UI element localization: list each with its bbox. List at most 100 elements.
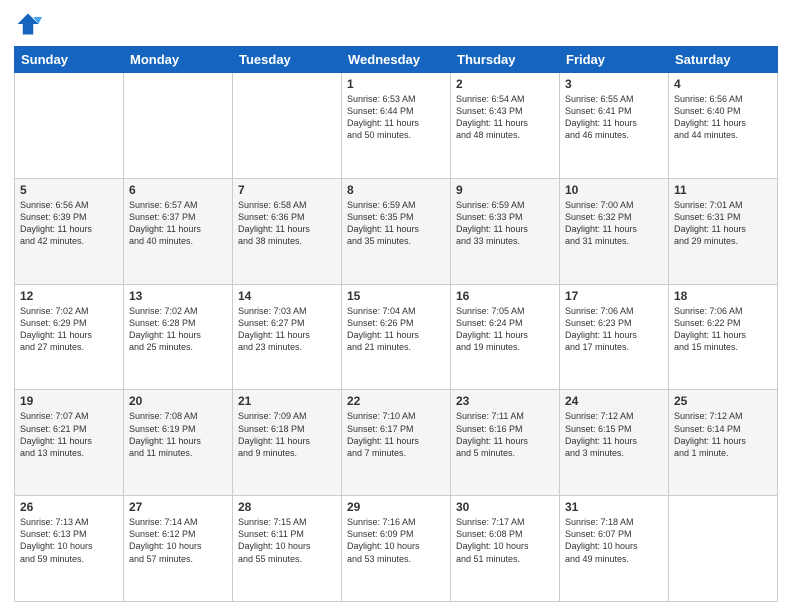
calendar-cell: 16 Sunrise: 7:05 AM Sunset: 6:24 PM Dayli… — [451, 284, 560, 390]
logo-icon — [14, 10, 42, 38]
weekday-header-thursday: Thursday — [451, 47, 560, 73]
calendar-cell: 21 Sunrise: 7:09 AM Sunset: 6:18 PM Dayli… — [233, 390, 342, 496]
day-info: Sunrise: 6:56 AM Sunset: 6:39 PM Dayligh… — [20, 199, 118, 248]
day-info: Sunrise: 7:02 AM Sunset: 6:28 PM Dayligh… — [129, 305, 227, 354]
calendar-cell: 1 Sunrise: 6:53 AM Sunset: 6:44 PM Daylig… — [342, 73, 451, 179]
day-info: Sunrise: 7:04 AM Sunset: 6:26 PM Dayligh… — [347, 305, 445, 354]
day-number: 20 — [129, 394, 227, 408]
day-info: Sunrise: 6:56 AM Sunset: 6:40 PM Dayligh… — [674, 93, 772, 142]
day-info: Sunrise: 7:02 AM Sunset: 6:29 PM Dayligh… — [20, 305, 118, 354]
calendar-cell: 20 Sunrise: 7:08 AM Sunset: 6:19 PM Dayli… — [124, 390, 233, 496]
day-number: 14 — [238, 289, 336, 303]
calendar-cell: 23 Sunrise: 7:11 AM Sunset: 6:16 PM Dayli… — [451, 390, 560, 496]
day-number: 4 — [674, 77, 772, 91]
day-info: Sunrise: 7:10 AM Sunset: 6:17 PM Dayligh… — [347, 410, 445, 459]
day-info: Sunrise: 7:15 AM Sunset: 6:11 PM Dayligh… — [238, 516, 336, 565]
header — [14, 10, 778, 38]
day-number: 21 — [238, 394, 336, 408]
day-info: Sunrise: 6:58 AM Sunset: 6:36 PM Dayligh… — [238, 199, 336, 248]
logo — [14, 10, 46, 38]
weekday-header-sunday: Sunday — [15, 47, 124, 73]
day-number: 27 — [129, 500, 227, 514]
day-info: Sunrise: 7:13 AM Sunset: 6:13 PM Dayligh… — [20, 516, 118, 565]
day-info: Sunrise: 7:12 AM Sunset: 6:14 PM Dayligh… — [674, 410, 772, 459]
day-number: 30 — [456, 500, 554, 514]
day-number: 12 — [20, 289, 118, 303]
calendar-cell: 13 Sunrise: 7:02 AM Sunset: 6:28 PM Dayli… — [124, 284, 233, 390]
day-info: Sunrise: 7:01 AM Sunset: 6:31 PM Dayligh… — [674, 199, 772, 248]
day-number: 16 — [456, 289, 554, 303]
day-number: 25 — [674, 394, 772, 408]
day-info: Sunrise: 7:06 AM Sunset: 6:22 PM Dayligh… — [674, 305, 772, 354]
day-number: 13 — [129, 289, 227, 303]
day-number: 1 — [347, 77, 445, 91]
day-number: 31 — [565, 500, 663, 514]
day-number: 24 — [565, 394, 663, 408]
calendar-cell: 18 Sunrise: 7:06 AM Sunset: 6:22 PM Dayli… — [669, 284, 778, 390]
day-info: Sunrise: 7:17 AM Sunset: 6:08 PM Dayligh… — [456, 516, 554, 565]
day-info: Sunrise: 7:12 AM Sunset: 6:15 PM Dayligh… — [565, 410, 663, 459]
day-info: Sunrise: 7:03 AM Sunset: 6:27 PM Dayligh… — [238, 305, 336, 354]
day-number: 6 — [129, 183, 227, 197]
day-number: 9 — [456, 183, 554, 197]
week-row-3: 19 Sunrise: 7:07 AM Sunset: 6:21 PM Dayli… — [15, 390, 778, 496]
calendar-cell — [15, 73, 124, 179]
day-number: 22 — [347, 394, 445, 408]
calendar-cell: 31 Sunrise: 7:18 AM Sunset: 6:07 PM Dayli… — [560, 496, 669, 602]
calendar-cell: 30 Sunrise: 7:17 AM Sunset: 6:08 PM Dayli… — [451, 496, 560, 602]
day-number: 19 — [20, 394, 118, 408]
calendar-cell: 27 Sunrise: 7:14 AM Sunset: 6:12 PM Dayli… — [124, 496, 233, 602]
day-number: 3 — [565, 77, 663, 91]
day-number: 10 — [565, 183, 663, 197]
day-number: 17 — [565, 289, 663, 303]
day-info: Sunrise: 7:08 AM Sunset: 6:19 PM Dayligh… — [129, 410, 227, 459]
week-row-1: 5Sunrise: 6:56 AM Sunset: 6:39 PM Daylig… — [15, 178, 778, 284]
day-info: Sunrise: 7:07 AM Sunset: 6:21 PM Dayligh… — [20, 410, 118, 459]
day-number: 29 — [347, 500, 445, 514]
day-number: 28 — [238, 500, 336, 514]
day-info: Sunrise: 7:16 AM Sunset: 6:09 PM Dayligh… — [347, 516, 445, 565]
calendar-cell: 17 Sunrise: 7:06 AM Sunset: 6:23 PM Dayli… — [560, 284, 669, 390]
calendar-cell: 10 Sunrise: 7:00 AM Sunset: 6:32 PM Dayli… — [560, 178, 669, 284]
weekday-header-wednesday: Wednesday — [342, 47, 451, 73]
day-info: Sunrise: 6:53 AM Sunset: 6:44 PM Dayligh… — [347, 93, 445, 142]
day-info: Sunrise: 6:59 AM Sunset: 6:33 PM Dayligh… — [456, 199, 554, 248]
calendar-cell: 7 Sunrise: 6:58 AM Sunset: 6:36 PM Daylig… — [233, 178, 342, 284]
week-row-0: 1 Sunrise: 6:53 AM Sunset: 6:44 PM Daylig… — [15, 73, 778, 179]
calendar-table: SundayMondayTuesdayWednesdayThursdayFrid… — [14, 46, 778, 602]
page: SundayMondayTuesdayWednesdayThursdayFrid… — [0, 0, 792, 612]
day-info: Sunrise: 7:18 AM Sunset: 6:07 PM Dayligh… — [565, 516, 663, 565]
day-number: 8 — [347, 183, 445, 197]
day-number: 18 — [674, 289, 772, 303]
calendar-cell: 25 Sunrise: 7:12 AM Sunset: 6:14 PM Dayli… — [669, 390, 778, 496]
day-info: Sunrise: 7:09 AM Sunset: 6:18 PM Dayligh… — [238, 410, 336, 459]
calendar-cell: 24 Sunrise: 7:12 AM Sunset: 6:15 PM Dayli… — [560, 390, 669, 496]
calendar-cell: 29 Sunrise: 7:16 AM Sunset: 6:09 PM Dayli… — [342, 496, 451, 602]
calendar-cell: 4 Sunrise: 6:56 AM Sunset: 6:40 PM Daylig… — [669, 73, 778, 179]
day-info: Sunrise: 7:00 AM Sunset: 6:32 PM Dayligh… — [565, 199, 663, 248]
day-info: Sunrise: 7:06 AM Sunset: 6:23 PM Dayligh… — [565, 305, 663, 354]
weekday-header-row: SundayMondayTuesdayWednesdayThursdayFrid… — [15, 47, 778, 73]
day-info: Sunrise: 7:11 AM Sunset: 6:16 PM Dayligh… — [456, 410, 554, 459]
calendar-cell: 12 Sunrise: 7:02 AM Sunset: 6:29 PM Dayli… — [15, 284, 124, 390]
day-number: 23 — [456, 394, 554, 408]
calendar-cell: 26Sunrise: 7:13 AM Sunset: 6:13 PM Dayli… — [15, 496, 124, 602]
day-info: Sunrise: 6:54 AM Sunset: 6:43 PM Dayligh… — [456, 93, 554, 142]
day-number: 7 — [238, 183, 336, 197]
calendar-cell: 6Sunrise: 6:57 AM Sunset: 6:37 PM Daylig… — [124, 178, 233, 284]
day-number: 2 — [456, 77, 554, 91]
weekday-header-saturday: Saturday — [669, 47, 778, 73]
calendar-cell: 5Sunrise: 6:56 AM Sunset: 6:39 PM Daylig… — [15, 178, 124, 284]
day-info: Sunrise: 6:59 AM Sunset: 6:35 PM Dayligh… — [347, 199, 445, 248]
calendar-cell: 28 Sunrise: 7:15 AM Sunset: 6:11 PM Dayli… — [233, 496, 342, 602]
day-info: Sunrise: 7:14 AM Sunset: 6:12 PM Dayligh… — [129, 516, 227, 565]
calendar-cell: 14 Sunrise: 7:03 AM Sunset: 6:27 PM Dayli… — [233, 284, 342, 390]
calendar-cell: 2 Sunrise: 6:54 AM Sunset: 6:43 PM Daylig… — [451, 73, 560, 179]
day-info: Sunrise: 7:05 AM Sunset: 6:24 PM Dayligh… — [456, 305, 554, 354]
weekday-header-friday: Friday — [560, 47, 669, 73]
calendar-cell: 22 Sunrise: 7:10 AM Sunset: 6:17 PM Dayli… — [342, 390, 451, 496]
day-info: Sunrise: 6:55 AM Sunset: 6:41 PM Dayligh… — [565, 93, 663, 142]
calendar-cell — [669, 496, 778, 602]
calendar-cell: 19 Sunrise: 7:07 AM Sunset: 6:21 PM Dayli… — [15, 390, 124, 496]
day-number: 15 — [347, 289, 445, 303]
